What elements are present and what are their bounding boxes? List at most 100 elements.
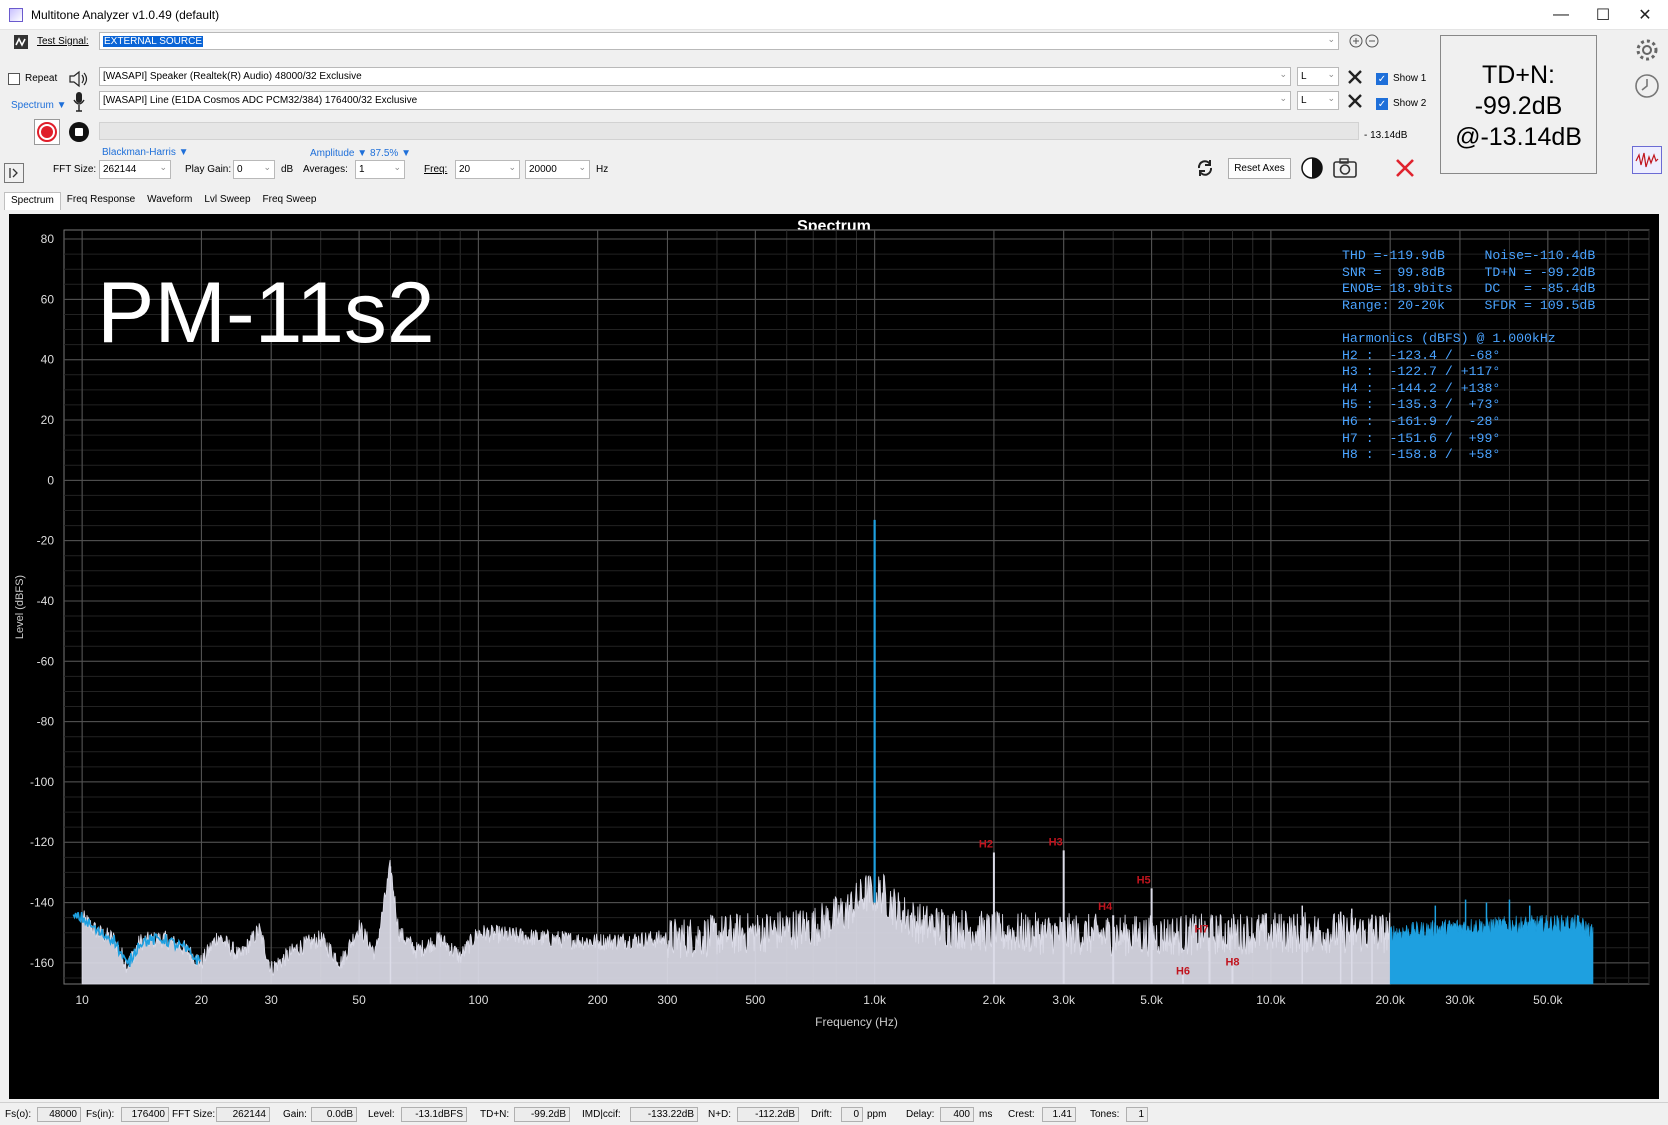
y-axis-label: Level (dBFS): [14, 575, 26, 639]
input-channel-select[interactable]: L ⌄: [1297, 91, 1339, 110]
tools-icon[interactable]: [1346, 92, 1364, 110]
y-tick-label: -160: [30, 956, 54, 970]
title-bar: Multitone Analyzer v1.0.49 (default) — ☐…: [0, 0, 1668, 30]
status-tdn-label: TD+N:: [480, 1109, 510, 1120]
gear-icon[interactable]: [1633, 36, 1661, 64]
x-tick-label: 300: [657, 993, 677, 1007]
x-tick-label: 20.0k: [1375, 993, 1405, 1007]
show-2-checkbox[interactable]: ✓: [1376, 98, 1388, 110]
camera-icon[interactable]: [1331, 155, 1359, 181]
output-device-select[interactable]: [WASAPI] Speaker (Realtek(R) Audio) 4800…: [99, 67, 1291, 86]
input-channel-value: L: [1301, 95, 1307, 106]
status-gain-label: Gain:: [283, 1109, 307, 1120]
harmonic-label: H6: [1176, 966, 1190, 978]
reset-axes-button[interactable]: Reset Axes: [1228, 158, 1291, 179]
y-tick-label: -120: [30, 835, 54, 849]
y-tick-label: 80: [41, 232, 55, 246]
clock-icon[interactable]: [1633, 72, 1661, 100]
status-delay-unit: ms: [979, 1109, 993, 1120]
spectrum-mode-dropdown[interactable]: Spectrum ▼: [11, 100, 66, 111]
status-tdn: -99.2dB: [514, 1107, 570, 1122]
y-tick-label: -20: [37, 534, 55, 548]
sidebar-toggle-icon[interactable]: [4, 163, 24, 183]
tab-freq-response[interactable]: Freq Response: [61, 192, 141, 210]
fft-size-select[interactable]: 262144 ⌄: [99, 160, 171, 179]
x-tick-label: 10.0k: [1256, 993, 1286, 1007]
stats-line: THD =-119.9dB Noise=-110.4dB: [1342, 248, 1596, 263]
window-title: Multitone Analyzer v1.0.49 (default): [31, 7, 220, 22]
show-1-checkbox[interactable]: ✓: [1376, 73, 1388, 85]
clear-icon[interactable]: [1393, 156, 1417, 180]
chevron-down-icon: ⌄: [159, 162, 167, 172]
amplitude-dropdown[interactable]: Amplitude ▼ 87.5% ▼: [310, 148, 411, 159]
minimize-button[interactable]: —: [1538, 0, 1584, 30]
status-fft-label: FFT Size:: [172, 1109, 216, 1120]
record-button[interactable]: [34, 119, 60, 145]
x-tick-label: 100: [468, 993, 488, 1007]
x-tick-label: 5.0k: [1140, 993, 1164, 1007]
tab-lvl-sweep[interactable]: Lvl Sweep: [198, 192, 256, 210]
stats-line: [1342, 314, 1595, 331]
refresh-icon[interactable]: [1193, 156, 1217, 180]
x-tick-label: 200: [588, 993, 608, 1007]
app-icon: [9, 7, 23, 22]
x-tick-label: 20: [195, 993, 209, 1007]
stats-line: H3 : -122.7 / +117°: [1342, 364, 1501, 380]
speaker-icon[interactable]: [67, 68, 91, 90]
freq-max-value: 20000: [529, 164, 557, 175]
freq-max-select[interactable]: 20000 ⌄: [525, 160, 590, 179]
add-circle-icon[interactable]: [1348, 33, 1364, 49]
spectrum-plot[interactable]: Spectrum 80 60 40 20 0 -20 -40 -60 -80 -100 -120 -1…: [9, 214, 1659, 1099]
test-signal-select[interactable]: EXTERNAL SOURCE ⌄: [99, 32, 1339, 50]
freq-unit: Hz: [596, 164, 609, 175]
status-crest: 1.41: [1042, 1107, 1076, 1122]
input-device-select[interactable]: [WASAPI] Line (E1DA Cosmos ADC PCM32/384…: [99, 91, 1291, 110]
output-channel-value: L: [1301, 71, 1307, 82]
signal-generator-icon[interactable]: [12, 33, 30, 51]
status-level: -13.1dBFS: [401, 1107, 467, 1122]
amplitude-percent: 87.5%: [369, 148, 399, 159]
status-nd-label: N+D:: [708, 1109, 732, 1120]
chevron-down-icon: ⌄: [263, 162, 271, 172]
remove-circle-icon[interactable]: [1364, 33, 1380, 49]
freq-min-select[interactable]: 20 ⌄: [455, 160, 520, 179]
output-channel-select[interactable]: L ⌄: [1297, 67, 1339, 86]
averages-select[interactable]: 1 ⌄: [355, 160, 405, 179]
chevron-down-icon: ⌄: [1327, 93, 1335, 103]
maximize-button[interactable]: ☐: [1580, 0, 1626, 30]
stats-line: ENOB= 18.9bits DC = -85.4dB: [1342, 281, 1596, 297]
harmonic-label: H2: [979, 839, 993, 851]
tab-spectrum[interactable]: Spectrum: [4, 192, 61, 210]
status-bar: Fs(o): 48000 Fs(in): 176400 FFT Size: 26…: [0, 1102, 1668, 1125]
status-tones-label: Tones:: [1090, 1109, 1120, 1120]
x-tick-label: 3.0k: [1052, 993, 1076, 1007]
level-meter: [99, 122, 1359, 140]
microphone-icon[interactable]: [70, 90, 88, 114]
tdn-readout: TD+N: -99.2dB @-13.14dB: [1440, 35, 1597, 174]
repeat-checkbox[interactable]: [8, 73, 20, 85]
contrast-icon[interactable]: [1300, 156, 1324, 180]
tools-icon[interactable]: [1346, 68, 1364, 86]
play-gain-select[interactable]: 0 ⌄: [233, 160, 275, 179]
status-fft: 262144: [216, 1107, 270, 1122]
chevron-down-icon: ⌄: [508, 162, 516, 172]
averages-label: Averages:: [303, 164, 348, 175]
tab-freq-sweep[interactable]: Freq Sweep: [257, 192, 323, 210]
status-fs-out-label: Fs(o):: [5, 1109, 32, 1120]
stop-button[interactable]: [66, 119, 92, 145]
test-signal-label: Test Signal:: [37, 36, 89, 47]
stats-line: H4 : -144.2 / +138°: [1342, 380, 1501, 396]
status-gain: 0.0dB: [311, 1107, 357, 1122]
x-axis-label: Frequency (Hz): [815, 1015, 898, 1029]
tab-waveform[interactable]: Waveform: [141, 192, 198, 210]
status-drift: 0: [841, 1107, 863, 1122]
window-function-dropdown[interactable]: Blackman-Harris ▼: [102, 147, 189, 158]
x-tick-label: 50: [352, 993, 366, 1007]
waveform-view-icon[interactable]: [1632, 146, 1662, 174]
y-tick-label: -60: [37, 654, 55, 668]
fft-size-value: 262144: [103, 164, 137, 175]
status-fs-out: 48000: [37, 1107, 81, 1122]
x-tick-label: 500: [745, 993, 765, 1007]
freq-min-value: 20: [459, 164, 471, 175]
close-button[interactable]: ✕: [1622, 0, 1668, 30]
